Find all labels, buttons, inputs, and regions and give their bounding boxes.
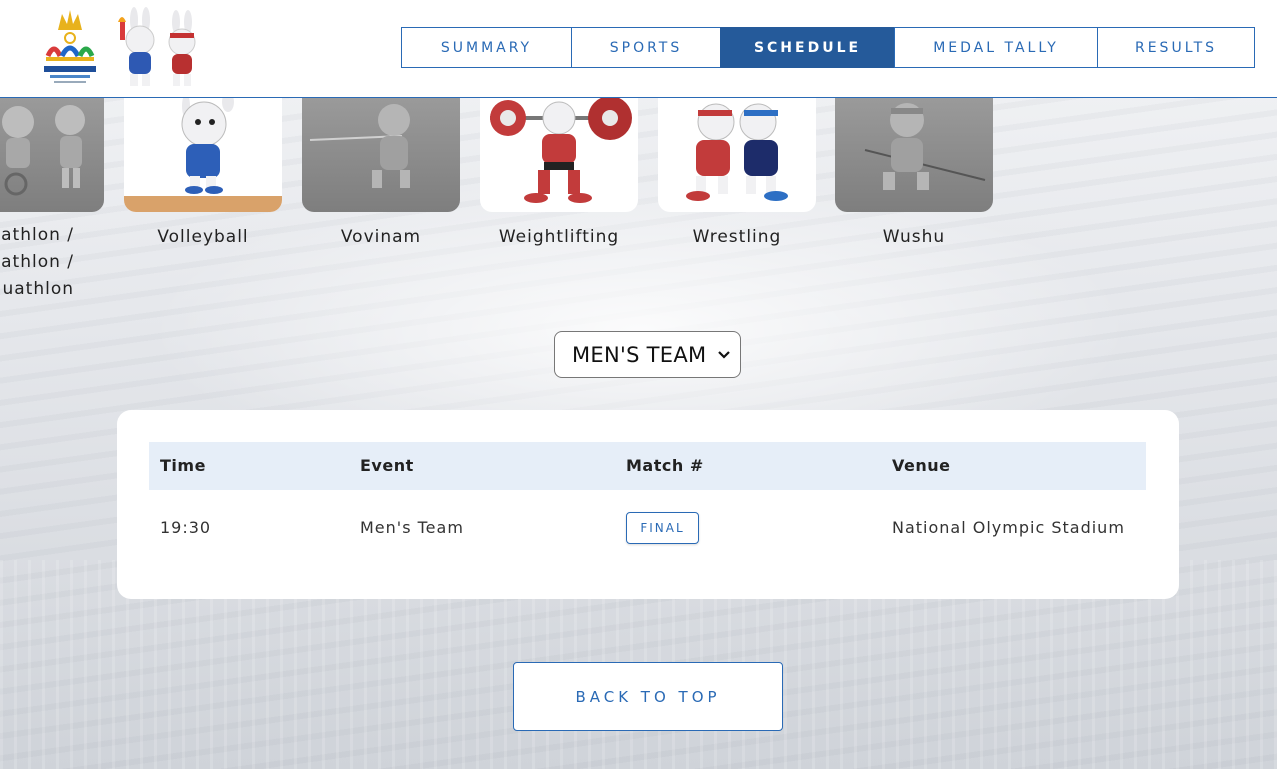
wrestling-mascot-icon <box>658 98 816 212</box>
nav-sports[interactable]: SPORTS <box>571 27 721 68</box>
weightlifting-mascot-icon <box>480 98 638 212</box>
event-filter-value: MEN'S TEAM <box>572 342 707 367</box>
nav-results[interactable]: RESULTS <box>1097 27 1255 68</box>
games-logo[interactable] <box>40 8 100 88</box>
event-filter-select[interactable]: MEN'S TEAM <box>554 331 741 378</box>
sport-card-vovinam[interactable]: Vovinam <box>302 98 460 251</box>
chevron-down-icon <box>717 347 731 366</box>
sport-label-vovinam: Vovinam <box>340 227 422 247</box>
sport-label-volleyball: Volleyball <box>157 227 249 247</box>
sport-card-volleyball[interactable]: Volleyball <box>124 98 282 251</box>
col-header-match: Match # <box>626 456 704 475</box>
nav-summary[interactable]: SUMMARY <box>401 27 572 68</box>
col-header-venue: Venue <box>892 456 951 475</box>
sport-card-weightlifting[interactable]: Weightlifting <box>480 98 638 251</box>
cell-venue: National Olympic Stadium <box>892 518 1125 537</box>
mascots-icon <box>112 6 204 90</box>
sport-card-wushu[interactable]: Wushu <box>835 98 993 251</box>
sport-card-wrestling[interactable]: Wrestling <box>658 98 816 251</box>
col-header-time: Time <box>160 456 206 475</box>
schedule-table-header: Time Event Match # Venue <box>149 442 1146 490</box>
back-to-top-button[interactable]: BACK TO TOP <box>513 662 783 731</box>
sport-label-wushu: Wushu <box>882 227 946 247</box>
sport-label-triathlon: athlon / athlon / uathlon <box>1 225 74 299</box>
main-nav: SUMMARY SPORTS SCHEDULE MEDAL TALLY RESU… <box>401 27 1255 68</box>
cell-time: 19:30 <box>160 518 212 537</box>
nav-medal-tally[interactable]: MEDAL TALLY <box>894 27 1098 68</box>
sport-label-weightlifting: Weightlifting <box>498 227 620 247</box>
volleyball-mascot-icon <box>124 98 282 212</box>
cell-event: Men's Team <box>360 518 464 537</box>
match-final-badge[interactable]: FINAL <box>626 512 699 544</box>
nav-schedule[interactable]: SCHEDULE <box>720 27 895 68</box>
vovinam-mascot-icon <box>302 98 460 212</box>
sport-card-triathlon[interactable] <box>0 98 104 212</box>
sport-label-wrestling: Wrestling <box>692 227 782 247</box>
col-header-event: Event <box>360 456 414 475</box>
site-header: SUMMARY SPORTS SCHEDULE MEDAL TALLY RESU… <box>0 0 1277 98</box>
triathlon-mascot-icon <box>0 98 104 212</box>
schedule-card: Time Event Match # Venue 19:30 Men's Tea… <box>117 410 1179 599</box>
wushu-mascot-icon <box>835 98 993 212</box>
